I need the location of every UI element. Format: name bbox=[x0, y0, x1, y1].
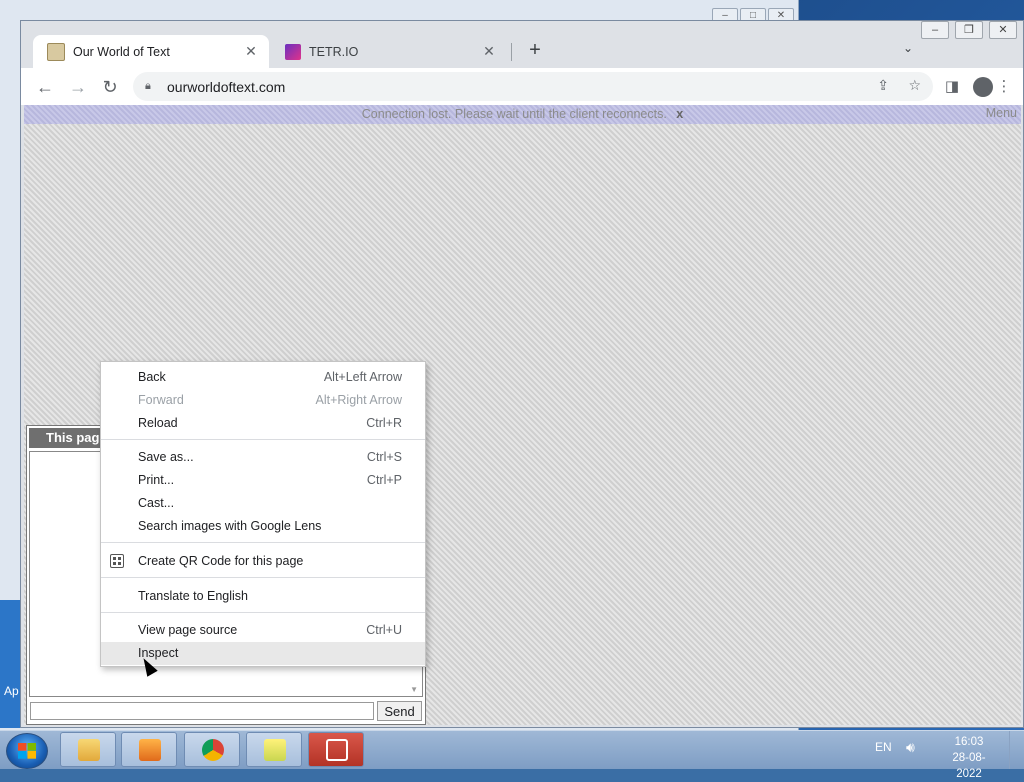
menu-separator bbox=[101, 439, 425, 440]
menu-item-cast[interactable]: Cast... bbox=[101, 492, 425, 515]
new-tab-button[interactable]: + bbox=[523, 39, 547, 63]
menu-item-google-lens[interactable]: Search images with Google Lens bbox=[101, 515, 425, 538]
tab-close-icon[interactable]: ✕ bbox=[243, 43, 259, 60]
taskbar-file-explorer[interactable] bbox=[60, 732, 116, 767]
menu-item-save-as[interactable]: Save as... Ctrl+S bbox=[101, 446, 425, 469]
media-player-icon bbox=[139, 739, 161, 761]
star-icon[interactable]: ☆ bbox=[908, 77, 921, 94]
clock-date: 28-08-2022 bbox=[952, 752, 986, 780]
owot-favicon-icon bbox=[47, 42, 65, 61]
menu-item-label: Print... bbox=[138, 473, 175, 487]
menu-item-label: View page source bbox=[138, 623, 238, 637]
menu-item-forward[interactable]: Forward Alt+Right Arrow bbox=[101, 389, 425, 412]
menu-separator bbox=[101, 612, 425, 613]
menu-item-shortcut: Alt+Left Arrow bbox=[323, 370, 402, 384]
menu-item-label: Cast... bbox=[138, 496, 175, 510]
desktop-partial-label: Ap bbox=[4, 684, 19, 698]
profile-icon[interactable] bbox=[973, 77, 993, 97]
tetrio-favicon-icon bbox=[285, 43, 301, 60]
tab-our-world-of-text[interactable]: Our World of Text ✕ bbox=[33, 35, 269, 68]
clock-time: 16:03 bbox=[954, 736, 984, 748]
reload-icon[interactable]: ↻ bbox=[98, 75, 122, 99]
banner-close-button[interactable]: x bbox=[676, 107, 683, 121]
chrome-icon bbox=[202, 739, 224, 761]
taskbar-media-player[interactable] bbox=[121, 732, 177, 767]
menu-item-label: Save as... bbox=[138, 450, 194, 464]
tab-search-icon[interactable]: ⌄ bbox=[903, 41, 913, 55]
qr-code-icon bbox=[110, 554, 124, 568]
menu-item-label: Create QR Code for this page bbox=[138, 554, 304, 568]
page-menu-button[interactable]: Menu bbox=[986, 106, 1017, 120]
side-panel-icon[interactable]: ◨ bbox=[941, 76, 963, 98]
tab-title: TETR.IO bbox=[309, 44, 359, 59]
menu-item-shortcut: Alt+Right Arrow bbox=[315, 393, 403, 407]
menu-item-label: Search images with Google Lens bbox=[138, 519, 322, 533]
taskbar-sticky-notes[interactable] bbox=[246, 732, 302, 767]
close-icon[interactable]: ✕ bbox=[989, 21, 1017, 39]
tab-tetrio[interactable]: TETR.IO ✕ bbox=[271, 35, 507, 68]
start-button[interactable] bbox=[6, 733, 48, 769]
forward-icon[interactable]: → bbox=[66, 75, 90, 99]
browser-toolbar: ← → ↻ 🔒︎ ourworldoftext.com ⇪ ☆ ◨ ⋮ bbox=[21, 68, 1023, 105]
menu-item-label: Forward bbox=[138, 393, 184, 407]
taskbar-chrome[interactable] bbox=[184, 732, 240, 767]
taskbar: EN 🔊︎ 16:03 28-08-2022 bbox=[0, 730, 1024, 780]
chat-input[interactable] bbox=[30, 702, 374, 720]
chat-send-button[interactable]: Send bbox=[377, 701, 422, 721]
banner-text: Connection lost. Please wait until the c… bbox=[361, 107, 667, 121]
url-text[interactable]: ourworldoftext.com bbox=[167, 79, 285, 95]
system-clock[interactable]: 16:03 28-08-2022 bbox=[940, 734, 998, 782]
menu-item-qr-code[interactable]: Create QR Code for this page bbox=[101, 550, 425, 573]
file-explorer-icon bbox=[78, 739, 100, 761]
taskbar-remote-desktop[interactable] bbox=[308, 732, 364, 767]
back-icon[interactable]: ← bbox=[33, 75, 57, 99]
menu-item-shortcut: Ctrl+U bbox=[366, 623, 402, 637]
menu-item-print[interactable]: Print... Ctrl+P bbox=[101, 469, 425, 492]
share-icon[interactable]: ⇪ bbox=[877, 77, 889, 94]
background-window-strip bbox=[0, 600, 22, 728]
menu-item-back[interactable]: Back Alt+Left Arrow bbox=[101, 366, 425, 389]
remote-desktop-icon bbox=[326, 739, 348, 761]
tab-separator bbox=[511, 43, 512, 61]
window-controls: – ❐ ✕ bbox=[921, 21, 1017, 39]
address-bar[interactable]: 🔒︎ ourworldoftext.com ⇪ ☆ bbox=[133, 72, 933, 101]
tab-close-icon[interactable]: ✕ bbox=[481, 43, 497, 60]
lock-icon[interactable]: 🔒︎ bbox=[145, 80, 157, 93]
menu-item-shortcut: Ctrl+R bbox=[366, 416, 402, 430]
menu-item-shortcut: Ctrl+S bbox=[366, 450, 402, 464]
kebab-menu-icon[interactable]: ⋮ bbox=[993, 76, 1015, 98]
minimize-icon[interactable]: – bbox=[921, 21, 949, 39]
context-menu: Back Alt+Left Arrow Forward Alt+Right Ar… bbox=[100, 361, 426, 667]
menu-item-view-source[interactable]: View page source Ctrl+U bbox=[101, 619, 425, 642]
connection-banner: Connection lost. Please wait until the c… bbox=[24, 105, 1021, 124]
sticky-notes-icon bbox=[264, 739, 286, 761]
menu-item-label: Reload bbox=[138, 416, 178, 430]
restore-icon[interactable]: ❐ bbox=[955, 21, 983, 39]
tab-strip: Our World of Text ✕ TETR.IO ✕ + ⌄ – ❐ ✕ bbox=[21, 21, 1023, 68]
menu-separator bbox=[101, 577, 425, 578]
show-desktop-button[interactable] bbox=[1009, 731, 1024, 769]
menu-item-translate[interactable]: Translate to English bbox=[101, 585, 425, 608]
menu-item-label: Translate to English bbox=[138, 589, 249, 603]
menu-item-shortcut: Ctrl+P bbox=[366, 473, 402, 487]
menu-item-label: Back bbox=[138, 370, 166, 384]
menu-separator bbox=[101, 542, 425, 543]
menu-item-reload[interactable]: Reload Ctrl+R bbox=[101, 412, 425, 435]
volume-icon[interactable]: 🔊︎ bbox=[906, 739, 915, 756]
scroll-down-icon[interactable]: ▼ bbox=[410, 685, 418, 694]
language-indicator[interactable]: EN bbox=[875, 740, 892, 754]
tab-title: Our World of Text bbox=[73, 44, 170, 59]
